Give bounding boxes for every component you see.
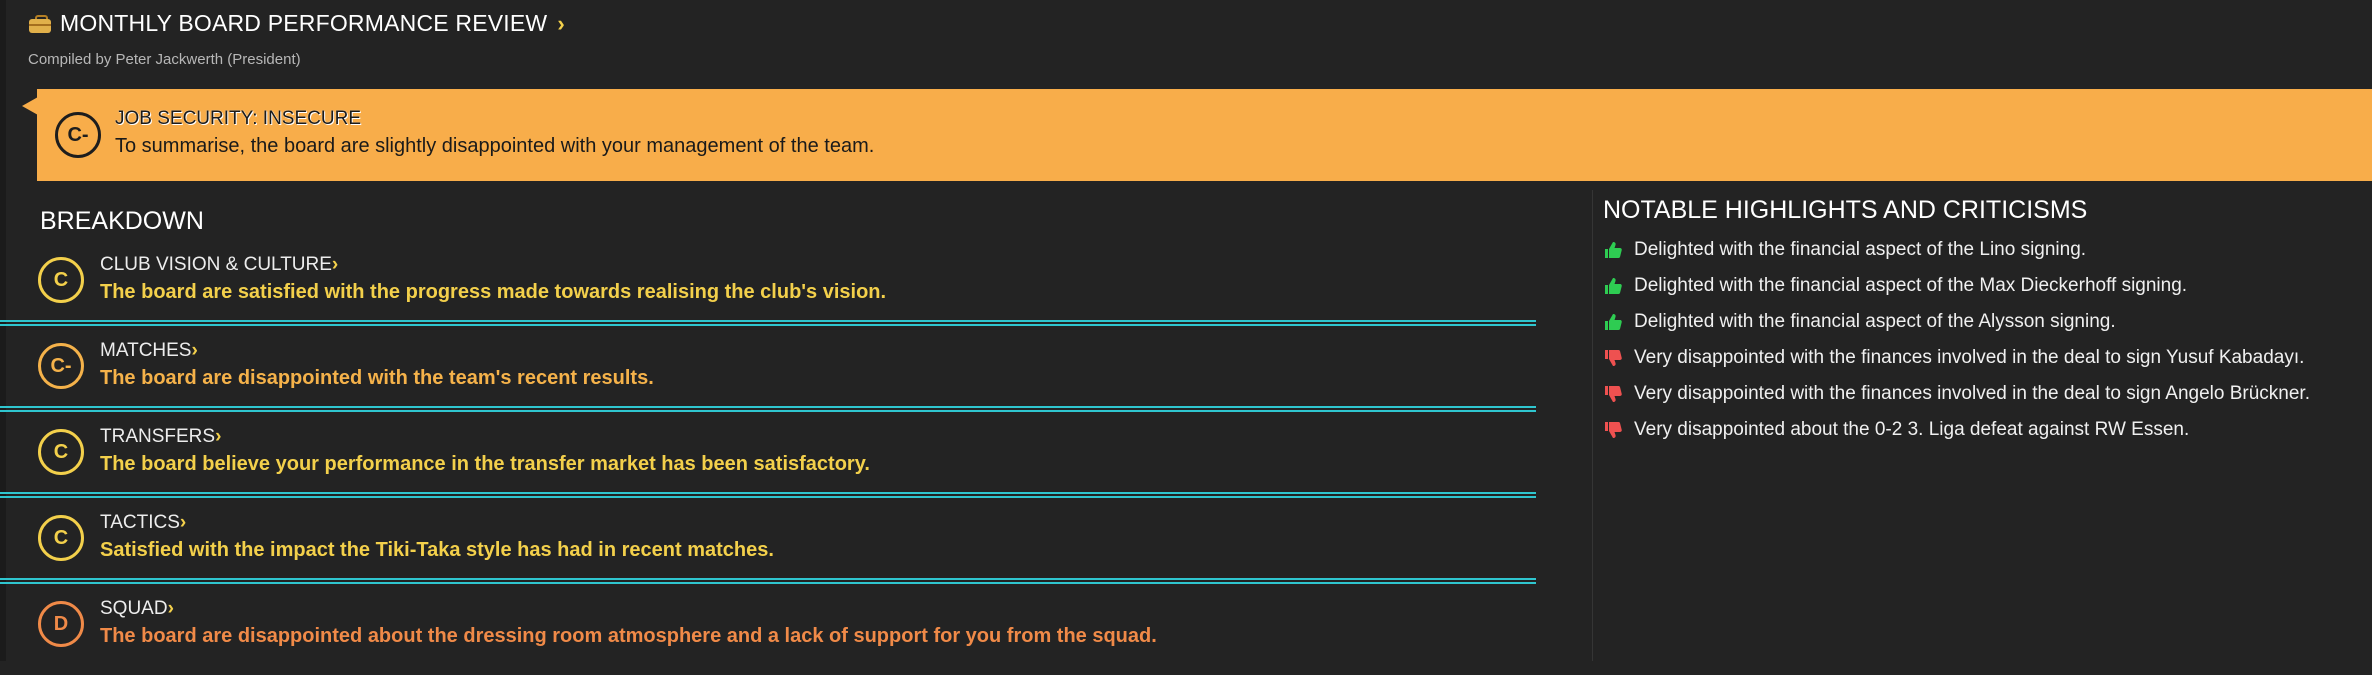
breakdown-item-link[interactable]: TRANSFERS› — [100, 426, 221, 448]
banner-notch — [22, 97, 38, 115]
thumbs-up-icon — [1604, 313, 1622, 331]
chevron-right-icon: › — [179, 512, 187, 533]
highlight-text: Very disappointed about the 0-2 3. Liga … — [1634, 419, 2190, 440]
breakdown-item-squad: D SQUAD› The board are disappointed abou… — [38, 593, 1574, 675]
chevron-right-icon: › — [191, 340, 198, 361]
grade-badge: D — [38, 601, 84, 647]
breakdown-item-link[interactable]: TACTICS› — [100, 512, 186, 534]
breakdown-item-tactics: C TACTICS› Satisfied with the impact the… — [38, 507, 1574, 589]
thumbs-down-icon — [1604, 421, 1622, 439]
breakdown-item-text: The board believe your performance in th… — [100, 453, 870, 475]
breakdown-item-text: The board are disappointed about the dre… — [100, 625, 1157, 647]
divider — [0, 320, 1536, 326]
thumbs-up-icon — [1604, 277, 1622, 295]
chevron-right-icon: › — [167, 598, 174, 619]
breakdown-item-label: MATCHES — [100, 340, 192, 361]
breakdown-item-link[interactable]: CLUB VISION & CULTURE› — [100, 254, 338, 276]
page-subtitle: Compiled by Peter Jackwerth (President) — [28, 51, 301, 68]
highlight-text: Delighted with the financial aspect of t… — [1634, 311, 2116, 332]
highlight-item: Very disappointed with the finances invo… — [1604, 347, 2304, 369]
divider — [0, 406, 1536, 412]
grade-badge: C — [38, 257, 84, 303]
chevron-right-icon: › — [557, 10, 565, 36]
grade-badge: C- — [38, 343, 84, 389]
grade-badge: C — [38, 429, 84, 475]
breakdown-item-label: TACTICS — [100, 512, 180, 533]
breakdown-item-text: The board are satisfied with the progres… — [100, 281, 887, 303]
highlight-item: Delighted with the financial aspect of t… — [1604, 275, 2187, 297]
header: MONTHLY BOARD PERFORMANCE REVIEW › Compi… — [28, 10, 565, 68]
job-security-heading: JOB SECURITY: INSECURE — [115, 108, 361, 129]
breakdown-title: BREAKDOWN — [40, 207, 204, 235]
highlight-item: Delighted with the financial aspect of t… — [1604, 311, 2116, 333]
breakdown-item-label: TRANSFERS — [100, 426, 216, 447]
page-title: MONTHLY BOARD PERFORMANCE REVIEW — [60, 10, 548, 36]
thumbs-down-icon — [1604, 349, 1622, 367]
breakdown-item-club-vision: C CLUB VISION & CULTURE› The board are s… — [38, 249, 1574, 331]
breakdown-item-text: Satisfied with the impact the Tiki-Taka … — [100, 539, 774, 561]
breakdown-item-transfers: C TRANSFERS› The board believe your perf… — [38, 421, 1574, 503]
briefcase-icon — [28, 14, 52, 34]
breakdown-item-link[interactable]: SQUAD› — [100, 598, 174, 620]
breakdown-item-text: The board are disappointed with the team… — [100, 367, 654, 389]
breakdown-item-label: SQUAD — [100, 598, 168, 619]
divider — [0, 492, 1536, 498]
highlight-item: Very disappointed about the 0-2 3. Liga … — [1604, 419, 2189, 441]
highlight-item: Very disappointed with the finances invo… — [1604, 383, 2310, 405]
highlight-text: Delighted with the financial aspect of t… — [1634, 275, 2188, 296]
breakdown-item-matches: C- MATCHES› The board are disappointed w… — [38, 335, 1574, 417]
thumbs-up-icon — [1604, 241, 1622, 259]
highlight-text: Delighted with the financial aspect of t… — [1634, 239, 2087, 260]
thumbs-down-icon — [1604, 385, 1622, 403]
highlight-text: Very disappointed with the finances invo… — [1634, 383, 2310, 404]
title-row[interactable]: MONTHLY BOARD PERFORMANCE REVIEW › — [28, 10, 565, 37]
column-separator — [1592, 190, 1593, 661]
left-edge — [0, 0, 6, 661]
highlight-item: Delighted with the financial aspect of t… — [1604, 239, 2086, 261]
chevron-right-icon: › — [215, 426, 222, 447]
highlights-title: NOTABLE HIGHLIGHTS AND CRITICISMS — [1603, 196, 2088, 224]
chevron-right-icon: › — [331, 254, 339, 275]
grade-badge: C — [38, 515, 84, 561]
breakdown-item-link[interactable]: MATCHES› — [100, 340, 198, 362]
divider — [0, 578, 1536, 584]
breakdown-item-label: CLUB VISION & CULTURE — [100, 254, 332, 275]
job-security-grade: C- — [55, 112, 101, 158]
job-security-summary: To summarise, the board are slightly dis… — [115, 135, 875, 157]
highlight-text: Very disappointed with the finances invo… — [1634, 347, 2305, 368]
